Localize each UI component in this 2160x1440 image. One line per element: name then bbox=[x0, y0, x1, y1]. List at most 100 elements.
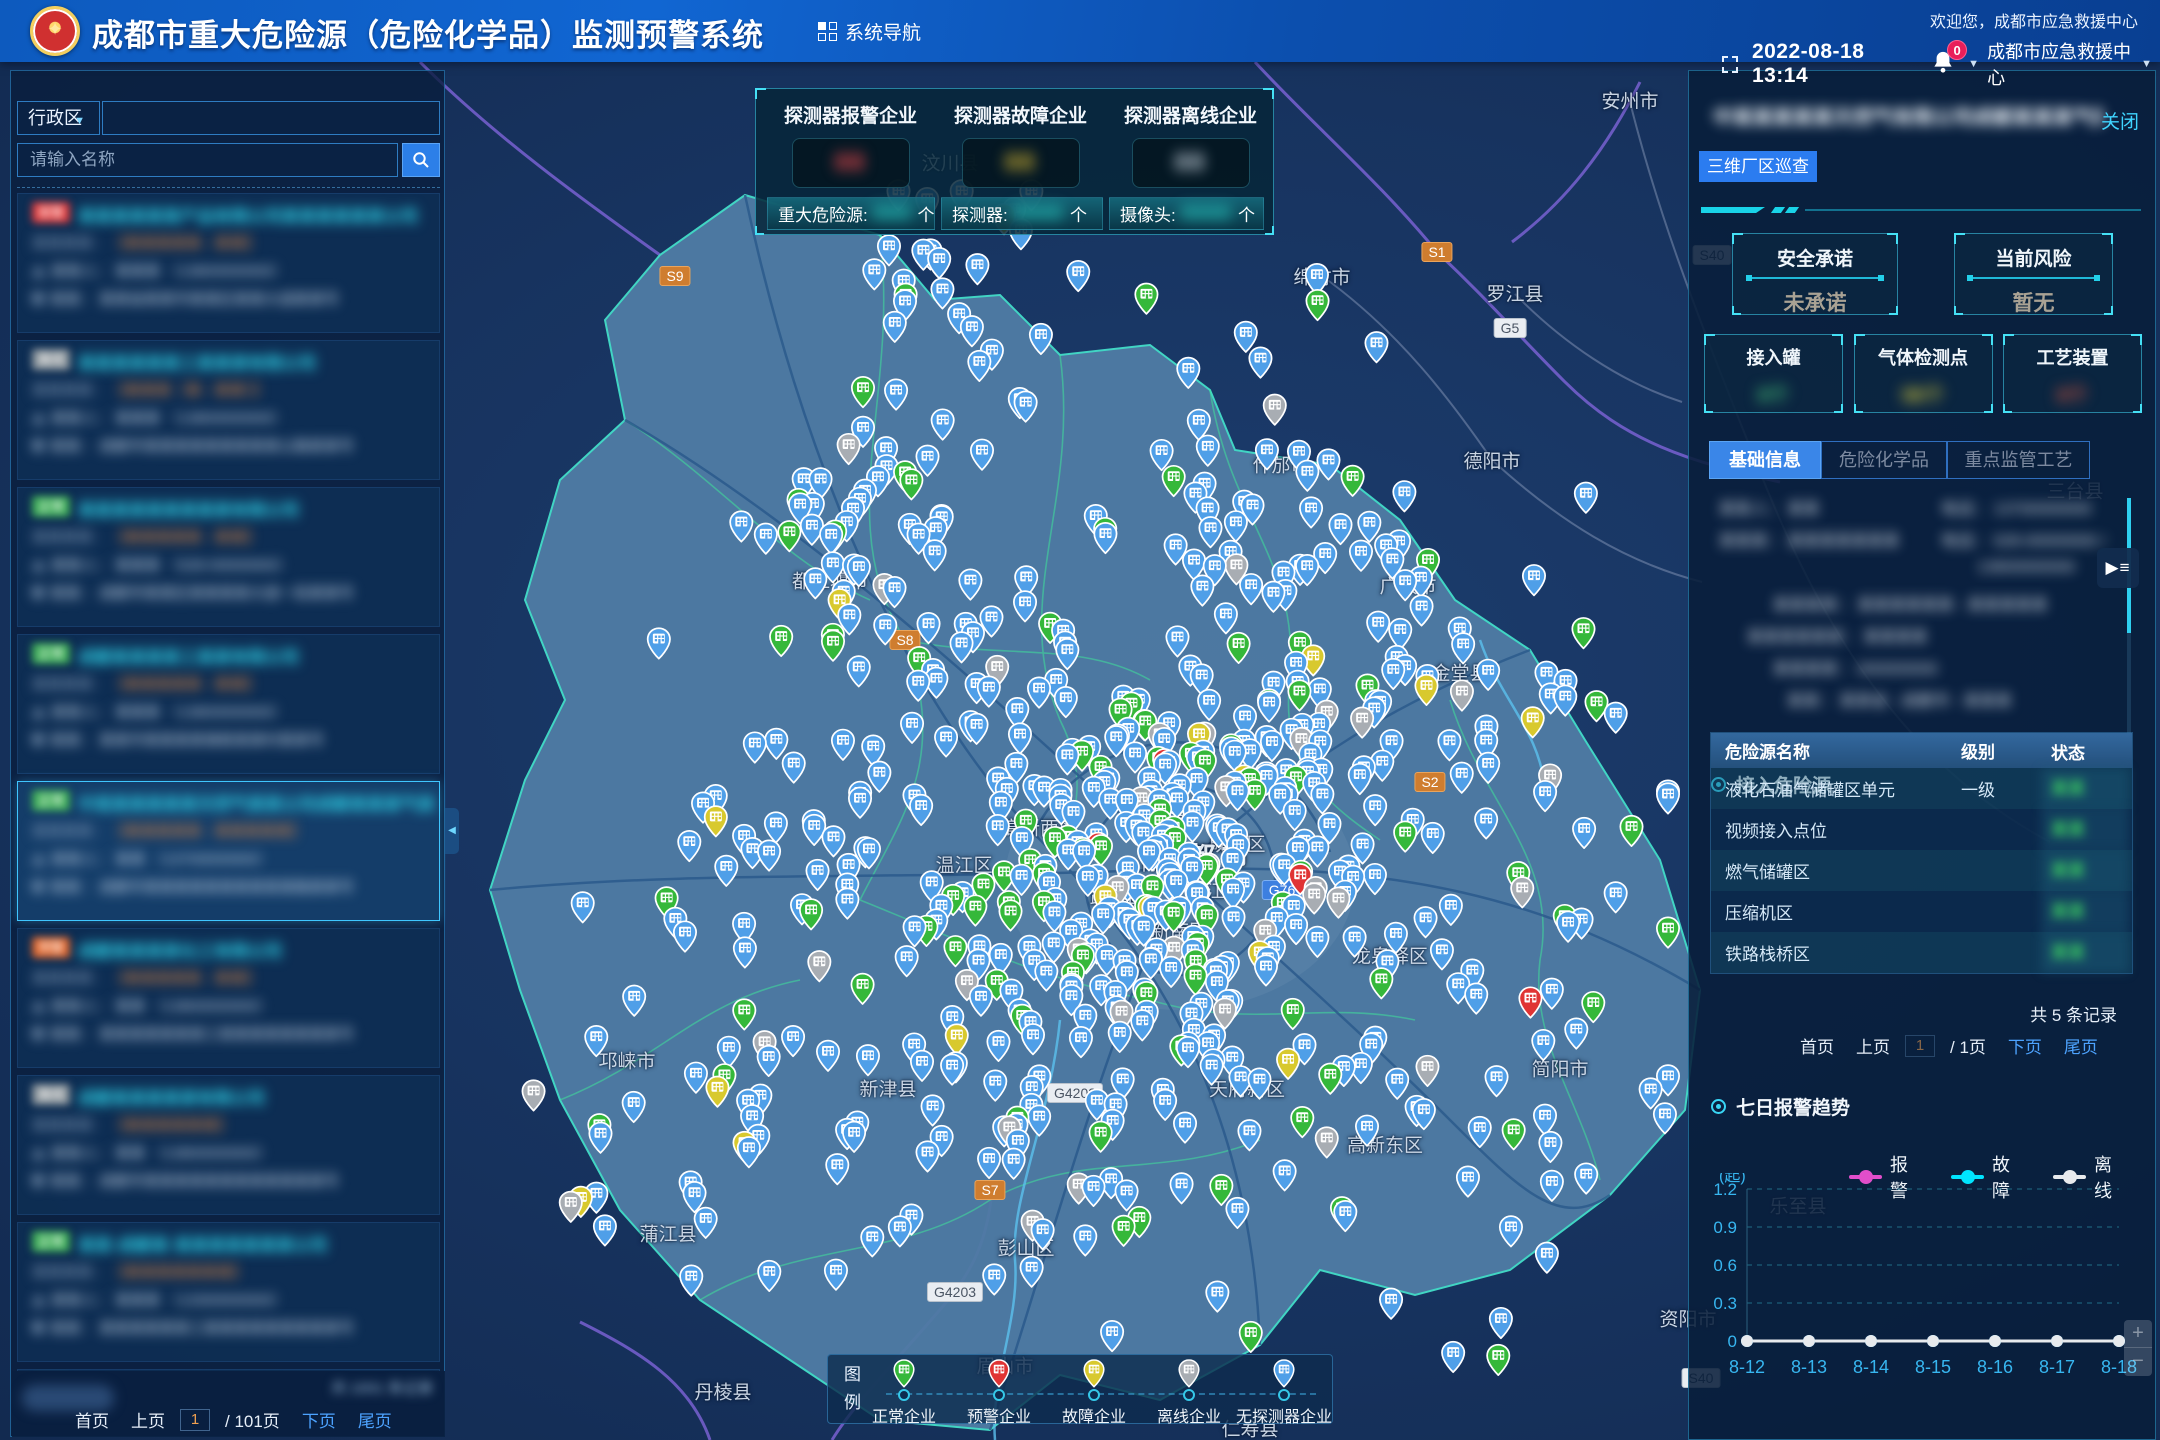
scrollbar[interactable] bbox=[2127, 498, 2131, 753]
fullscreen-icon[interactable] bbox=[1722, 56, 1738, 73]
map-marker-blue[interactable] bbox=[782, 1026, 804, 1056]
map-marker-blue[interactable] bbox=[889, 1216, 911, 1246]
map-marker-blue[interactable] bbox=[1014, 591, 1036, 621]
map-marker-blue[interactable] bbox=[907, 671, 929, 701]
page-input[interactable]: 1 bbox=[180, 1409, 210, 1431]
user-org-menu[interactable]: 成都市应急救援中心 bbox=[1987, 38, 2139, 90]
map-marker-gray[interactable] bbox=[1316, 1127, 1338, 1157]
map-marker-green[interactable] bbox=[1135, 283, 1157, 313]
map-marker-blue[interactable] bbox=[1414, 907, 1436, 937]
map-marker-green[interactable] bbox=[1163, 466, 1185, 496]
map-marker-blue[interactable] bbox=[1070, 1027, 1092, 1057]
map-marker-blue[interactable] bbox=[987, 815, 1009, 845]
map-marker-blue[interactable] bbox=[678, 831, 700, 861]
system-nav-button[interactable]: 系统导航 bbox=[818, 18, 921, 45]
map-marker-blue[interactable] bbox=[594, 1215, 616, 1245]
map-marker-blue[interactable] bbox=[755, 523, 777, 553]
map-marker-blue[interactable] bbox=[1639, 1078, 1661, 1108]
map-marker-blue[interactable] bbox=[1573, 818, 1595, 848]
map-marker-blue[interactable] bbox=[1255, 955, 1277, 985]
map-marker-yellow[interactable] bbox=[1277, 1049, 1299, 1079]
map-marker-blue[interactable] bbox=[1385, 923, 1407, 953]
data-point-离线[interactable] bbox=[1741, 1335, 1753, 1347]
map-marker-blue[interactable] bbox=[718, 1037, 740, 1067]
map-marker-blue[interactable] bbox=[825, 1259, 847, 1289]
map-marker-blue[interactable] bbox=[959, 569, 981, 599]
map-marker-green[interactable] bbox=[1089, 1121, 1111, 1151]
map-marker-green[interactable] bbox=[1657, 917, 1679, 947]
map-marker-blue[interactable] bbox=[1067, 261, 1089, 291]
map-marker-blue[interactable] bbox=[1477, 660, 1499, 690]
map-marker-blue[interactable] bbox=[1199, 517, 1221, 547]
map-marker-gray[interactable] bbox=[837, 434, 859, 464]
map-marker-blue[interactable] bbox=[1541, 978, 1563, 1008]
map-marker-blue[interactable] bbox=[1605, 703, 1627, 733]
map-marker-blue[interactable] bbox=[1235, 322, 1257, 352]
map-marker-blue[interactable] bbox=[1191, 575, 1213, 605]
map-marker-blue[interactable] bbox=[1094, 523, 1116, 553]
map-marker-gray[interactable] bbox=[1451, 680, 1473, 710]
map-marker-blue[interactable] bbox=[1285, 914, 1307, 944]
map-marker-blue[interactable] bbox=[916, 445, 938, 475]
map-marker-blue[interactable] bbox=[987, 1031, 1009, 1061]
page-next[interactable]: 下页 bbox=[2008, 1033, 2042, 1058]
map-marker-gray[interactable] bbox=[1303, 883, 1325, 913]
table-row[interactable]: 视频接入点位某某 bbox=[1711, 809, 2132, 850]
map-marker-blue[interactable] bbox=[1422, 823, 1444, 853]
map-marker-gray[interactable] bbox=[522, 1080, 544, 1110]
map-marker-blue[interactable] bbox=[868, 762, 890, 792]
map-marker-green[interactable] bbox=[770, 626, 792, 656]
map-marker-blue[interactable] bbox=[765, 729, 787, 759]
map-marker-blue[interactable] bbox=[758, 840, 780, 870]
map-marker-blue[interactable] bbox=[715, 856, 737, 886]
map-marker-blue[interactable] bbox=[950, 632, 972, 662]
map-marker-green[interactable] bbox=[1572, 618, 1594, 648]
map-marker-blue[interactable] bbox=[1311, 783, 1333, 813]
map-marker-green[interactable] bbox=[852, 377, 874, 407]
map-marker-blue[interactable] bbox=[1442, 1342, 1464, 1372]
map-marker-blue[interactable] bbox=[1101, 1321, 1123, 1351]
map-marker-blue[interactable] bbox=[1131, 1010, 1153, 1040]
map-marker-blue[interactable] bbox=[738, 1137, 760, 1167]
page-next[interactable]: 下页 bbox=[302, 1407, 336, 1432]
panel-toggle-button[interactable]: ▶≡ bbox=[2097, 548, 2139, 588]
map-marker-blue[interactable] bbox=[863, 259, 885, 289]
notification-bell[interactable]: 0 bbox=[1932, 50, 1954, 79]
map-marker-yellow[interactable] bbox=[706, 1077, 728, 1107]
map-marker-blue[interactable] bbox=[1256, 439, 1278, 469]
map-marker-green[interactable] bbox=[1288, 680, 1310, 710]
map-marker-blue[interactable] bbox=[1490, 1308, 1512, 1338]
map-marker-yellow[interactable] bbox=[1415, 675, 1437, 705]
map-marker-blue[interactable] bbox=[1431, 939, 1453, 969]
map-marker-blue[interactable] bbox=[1356, 1115, 1378, 1145]
map-marker-blue[interactable] bbox=[817, 1041, 839, 1071]
map-marker-blue[interactable] bbox=[1306, 836, 1328, 866]
map-marker-blue[interactable] bbox=[1009, 723, 1031, 753]
map-marker-blue[interactable] bbox=[1367, 611, 1389, 641]
map-marker-blue[interactable] bbox=[1170, 1173, 1192, 1203]
map-marker-blue[interactable] bbox=[1296, 461, 1318, 491]
page-last[interactable]: 尾页 bbox=[2064, 1033, 2098, 1058]
map-marker-blue[interactable] bbox=[1386, 1069, 1408, 1099]
map-marker-blue[interactable] bbox=[1055, 687, 1077, 717]
map-marker-blue[interactable] bbox=[1457, 1166, 1479, 1196]
map-marker-blue[interactable] bbox=[971, 439, 993, 469]
data-point-离线[interactable] bbox=[1989, 1335, 2001, 1347]
table-row[interactable]: 燃气储罐区某某 bbox=[1711, 850, 2132, 891]
map-marker-blue[interactable] bbox=[1215, 603, 1237, 633]
map-marker-blue[interactable] bbox=[804, 568, 826, 598]
map-marker-blue[interactable] bbox=[806, 860, 828, 890]
company-list-item[interactable]: 离线某某某某某某工某某某有限公司某某某某： 【某某某（某 - 某某）】某某人： … bbox=[17, 340, 440, 480]
map-marker-blue[interactable] bbox=[1382, 659, 1404, 689]
map-marker-yellow[interactable] bbox=[705, 806, 727, 836]
map-marker-blue[interactable] bbox=[1074, 1225, 1096, 1255]
chevron-down-icon[interactable]: ▼ bbox=[1968, 58, 1979, 70]
map-marker-blue[interactable] bbox=[916, 1141, 938, 1171]
map-marker-green[interactable] bbox=[800, 899, 822, 929]
legend-item[interactable]: 离线企业 bbox=[1141, 1359, 1237, 1393]
map-marker-blue[interactable] bbox=[822, 826, 844, 856]
data-point-离线[interactable] bbox=[1927, 1335, 1939, 1347]
map-marker-blue[interactable] bbox=[884, 312, 906, 342]
company-list-item[interactable]: 预警成都某某某某化工有限公司某某某某： 【某某某某某 - 某某】某某人： 某某 … bbox=[17, 928, 440, 1068]
map-marker-blue[interactable] bbox=[585, 1026, 607, 1056]
